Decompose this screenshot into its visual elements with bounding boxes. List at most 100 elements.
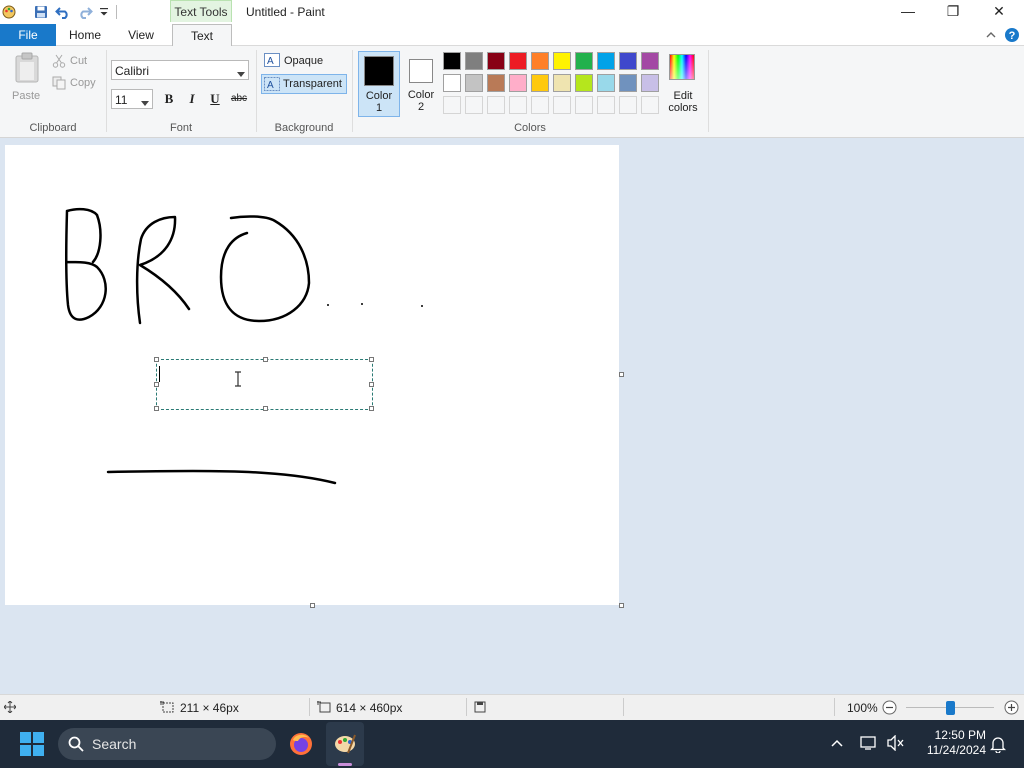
canvas-resize-handle[interactable]: [619, 372, 624, 377]
custom-color-slot[interactable]: [641, 96, 659, 114]
custom-color-slot[interactable]: [531, 96, 549, 114]
font-size-select[interactable]: 11: [111, 89, 153, 109]
group-divider: [256, 50, 257, 132]
custom-color-slot[interactable]: [509, 96, 527, 114]
zoom-level: 100%: [847, 701, 878, 715]
custom-color-slot[interactable]: [619, 96, 637, 114]
notification-bell-icon[interactable]: [989, 735, 1007, 756]
tab-text[interactable]: Text: [172, 24, 232, 47]
custom-color-slot[interactable]: [443, 96, 461, 114]
paste-button[interactable]: Paste: [10, 50, 44, 106]
custom-color-slot[interactable]: [575, 96, 593, 114]
italic-button[interactable]: I: [183, 91, 201, 109]
palette-swatch[interactable]: [465, 74, 483, 92]
customize-quick-access-icon[interactable]: [95, 3, 113, 21]
zoom-slider-thumb[interactable]: [946, 701, 955, 715]
canvas-resize-handle[interactable]: [619, 603, 624, 608]
letter-b-stroke: [65, 207, 107, 321]
palette-swatch[interactable]: [553, 74, 571, 92]
palette-swatch[interactable]: [465, 52, 483, 70]
image-size: 614 × 460px: [336, 701, 403, 715]
taskbar-search-box[interactable]: Search: [58, 728, 276, 760]
palette-swatch[interactable]: [597, 52, 615, 70]
palette-swatch[interactable]: [509, 52, 527, 70]
color1-label: Color 1: [365, 90, 393, 114]
strikethrough-button[interactable]: abc: [229, 93, 249, 111]
help-icon[interactable]: ?: [1004, 27, 1020, 43]
zoom-out-icon[interactable]: [882, 700, 897, 718]
resize-handle[interactable]: [263, 357, 268, 362]
canvas-resize-handle[interactable]: [310, 603, 315, 608]
color-palette: [443, 52, 663, 118]
text-box-selection[interactable]: [154, 357, 374, 411]
save-icon[interactable]: [32, 3, 50, 21]
minimize-button[interactable]: —: [885, 0, 931, 22]
redo-icon[interactable]: [76, 3, 94, 21]
colors-group-label: Colors: [514, 122, 546, 134]
palette-swatch[interactable]: [619, 52, 637, 70]
taskbar: Search 12:50 PM 11/24/2024: [0, 720, 1024, 768]
palette-swatch[interactable]: [443, 52, 461, 70]
tab-view[interactable]: View: [116, 24, 166, 46]
paint-taskbar-button[interactable]: [326, 722, 364, 766]
custom-color-slot[interactable]: [597, 96, 615, 114]
underline-button[interactable]: U: [206, 91, 224, 109]
search-placeholder: Search: [92, 736, 137, 752]
palette-swatch[interactable]: [619, 74, 637, 92]
cut-button[interactable]: Cut: [52, 54, 102, 70]
resize-handle[interactable]: [154, 382, 159, 387]
chevron-up-icon[interactable]: [831, 737, 843, 751]
letter-r-stroke: [135, 215, 191, 325]
bold-button[interactable]: B: [160, 91, 178, 109]
palette-swatch[interactable]: [509, 74, 527, 92]
opaque-button[interactable]: A Opaque: [262, 52, 348, 70]
tab-home[interactable]: Home: [60, 24, 110, 46]
palette-swatch[interactable]: [443, 74, 461, 92]
volume-muted-icon[interactable]: [887, 734, 905, 754]
palette-swatch[interactable]: [641, 52, 659, 70]
drawing-canvas[interactable]: [5, 145, 619, 605]
palette-swatch[interactable]: [575, 74, 593, 92]
status-divider: [309, 698, 310, 716]
palette-swatch[interactable]: [531, 52, 549, 70]
resize-handle[interactable]: [369, 406, 374, 411]
color1-swatch: [364, 56, 394, 86]
resize-handle[interactable]: [263, 406, 268, 411]
undo-icon[interactable]: [54, 3, 72, 21]
maximize-button[interactable]: ❐: [930, 0, 976, 22]
palette-swatch[interactable]: [575, 52, 593, 70]
windows-start-icon[interactable]: [20, 732, 44, 756]
custom-color-slot[interactable]: [553, 96, 571, 114]
resize-handle[interactable]: [154, 406, 159, 411]
palette-swatch[interactable]: [487, 52, 505, 70]
palette-swatch[interactable]: [597, 74, 615, 92]
selection-size: 211 × 46px: [180, 701, 239, 715]
color2-button[interactable]: Color 2: [402, 51, 440, 117]
minimize-ribbon-icon[interactable]: [984, 28, 998, 42]
zoom-in-icon[interactable]: [1004, 700, 1019, 718]
transparent-button[interactable]: A Transparent: [261, 74, 347, 94]
font-family-select[interactable]: Calibri: [111, 60, 249, 80]
resize-handle[interactable]: [154, 357, 159, 362]
palette-swatch[interactable]: [641, 74, 659, 92]
copy-button[interactable]: Copy: [52, 76, 102, 92]
paint-app-icon[interactable]: [0, 3, 18, 21]
palette-swatch[interactable]: [487, 74, 505, 92]
network-icon[interactable]: [860, 735, 878, 754]
palette-swatch[interactable]: [531, 74, 549, 92]
svg-text:A: A: [267, 80, 274, 91]
close-button[interactable]: ✕: [976, 0, 1022, 22]
custom-color-slot[interactable]: [487, 96, 505, 114]
firefox-icon[interactable]: [289, 732, 313, 756]
resize-handle[interactable]: [369, 357, 374, 362]
palette-swatch[interactable]: [553, 52, 571, 70]
clock[interactable]: 12:50 PM 11/24/2024: [912, 728, 986, 758]
color1-button[interactable]: Color 1: [358, 51, 400, 117]
tab-file[interactable]: File: [0, 24, 56, 46]
transparent-label: Transparent: [283, 78, 342, 90]
custom-color-slot[interactable]: [465, 96, 483, 114]
image-size-icon: [317, 701, 331, 716]
font-family-value: Calibri: [115, 64, 150, 78]
resize-handle[interactable]: [369, 382, 374, 387]
edit-colors-button[interactable]: Edit colors: [664, 52, 702, 116]
